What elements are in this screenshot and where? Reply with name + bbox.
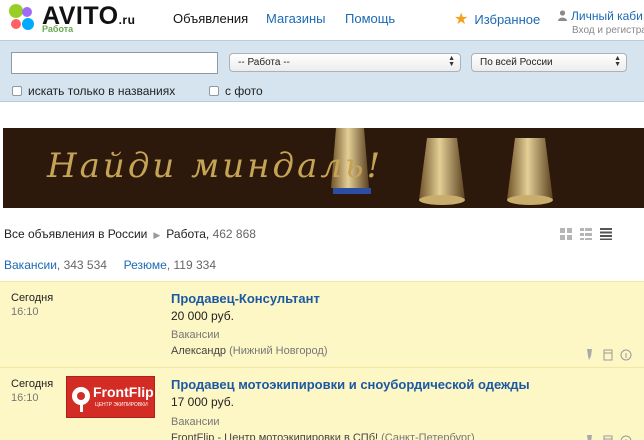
nav-ads[interactable]: Объявления [173,11,248,26]
person-icon [558,10,567,21]
checkbox-box[interactable] [209,86,219,96]
subcategory-resumes[interactable]: Резюме [124,258,167,272]
favorites-link[interactable]: ★ Избранное [454,9,540,29]
titles-only-label: искать только в названиях [28,84,176,98]
list-view-icon[interactable] [600,228,612,240]
logo-subtitle: ЦЕНТР ЭКИПИРОВКИ [95,402,148,408]
category-select-value: -- Работа -- [238,57,290,68]
seller-name: FrontFlip - Центр мотоэкипировки в СПб! [171,432,379,440]
favorites-label: Избранное [474,12,541,27]
logo-title: FrontFlip [93,384,154,400]
subcategory-vacancies[interactable]: Вакансии [4,258,57,272]
calendar-icon[interactable] [603,349,613,361]
seller-location: (Санкт-Петербург) [381,432,475,440]
grid-view-icon[interactable] [560,228,572,240]
calendar-icon[interactable] [603,435,613,440]
region-select[interactable]: По всей России ▲ ▼ [471,53,627,72]
subcategory-resumes-count: 119 334 [173,258,217,272]
avito-logo[interactable]: AVITO.ru Работа [2,0,162,38]
listing-action-icons [587,435,632,440]
listing-seller: Александр (Нижний Новгород) [171,345,328,357]
listing-category: Вакансии [171,329,220,341]
listing-seller: FrontFlip - Центр мотоэкипировки в СПб! … [171,432,475,440]
ad-banner[interactable]: Найди миндаль! [3,128,644,208]
listing-item[interactable]: Сегодня 16:10 Продавец-Консультант 20 00… [0,281,644,367]
seller-location: (Нижний Новгород) [229,345,328,357]
login-register-link[interactable]: Вход и регистра [572,25,644,36]
subcategory-links: Вакансии, 343 534 Резюме, 119 334 [4,258,216,272]
account-link[interactable]: Личный каби [558,9,643,23]
info-icon[interactable] [620,349,632,361]
listing-title[interactable]: Продавец-Консультант [171,291,320,306]
listing-category: Вакансии [171,416,220,428]
listing-title[interactable]: Продавец мотоэкипировки и сноубордическо… [171,377,530,392]
pin-icon[interactable] [587,349,592,360]
listing-time: 16:10 [11,306,39,318]
checkbox-box[interactable] [12,86,22,96]
with-photo-checkbox[interactable]: с фото [209,84,263,98]
info-icon[interactable] [620,435,632,440]
listing-price: 20 000 руб. [171,309,234,323]
logo-subtitle: Работа [42,24,74,34]
top-header: AVITO.ru Работа Объявления Магазины Помо… [0,0,644,40]
listing-item[interactable]: Сегодня 16:10 FrontFlip ЦЕНТР ЭКИПИРОВКИ… [0,367,644,440]
breadcrumb-current: Работа [166,227,206,241]
titles-only-checkbox[interactable]: искать только в названиях [12,84,175,98]
banner-slogan: Найди миндаль! [47,146,384,186]
subcategory-vacancies-count: 343 534 [63,258,107,272]
nav-help[interactable]: Помощь [345,11,395,26]
select-arrows-icon: ▲ ▼ [614,55,621,68]
listing-time: 16:10 [11,392,39,404]
listing-action-icons [587,349,632,361]
listing-date: Сегодня [11,292,54,304]
page: AVITO.ru Работа Объявления Магазины Помо… [0,0,644,440]
select-arrows-icon: ▲ ▼ [448,55,455,68]
search-input[interactable] [11,52,218,74]
company-logo[interactable]: FrontFlip ЦЕНТР ЭКИПИРОВКИ [66,376,155,418]
pin-icon[interactable] [587,435,592,440]
account-label: Личный каби [571,9,643,23]
with-photo-label: с фото [225,84,263,98]
avito-logo-icon [9,4,34,30]
star-icon: ★ [454,11,469,28]
breadcrumb-root[interactable]: Все объявления в России [4,227,147,241]
category-select[interactable]: -- Работа -- ▲ ▼ [229,53,461,72]
region-select-value: По всей России [480,57,553,68]
nav-shops[interactable]: Магазины [266,11,326,26]
chevron-right-icon: ▶ [153,230,161,240]
seller-name: Александр [171,345,227,357]
breadcrumb: Все объявления в России ▶ Работа, 462 868 [4,227,256,241]
breadcrumb-count: 462 868 [212,227,256,241]
tiles-view-icon[interactable] [580,228,592,240]
search-panel: -- Работа -- ▲ ▼ По всей России ▲ ▼ искать… [0,40,644,102]
listing-date: Сегодня [11,378,54,390]
listing-price: 17 000 руб. [171,395,234,409]
